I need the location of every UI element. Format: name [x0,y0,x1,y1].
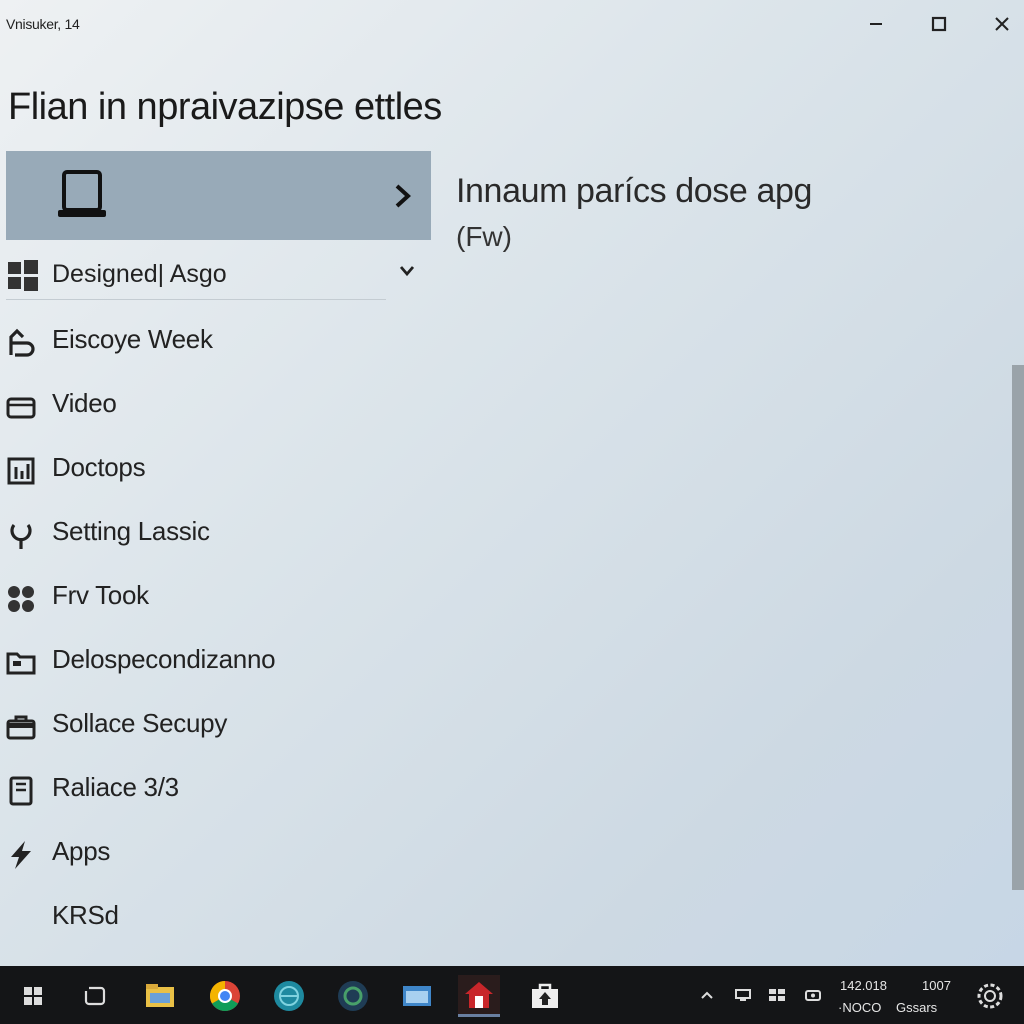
sidebar-item-label: Frv Took [52,580,149,610]
notification-center-button[interactable] [974,980,1006,1012]
taskbar-app-window[interactable] [396,975,438,1017]
chevron-down-icon [399,266,415,277]
close-button[interactable] [972,6,1024,42]
taskbar-app-teal[interactable] [268,975,310,1017]
briefcase-icon [4,710,38,744]
window-app-icon [403,986,431,1006]
sidebar-item-label: Video [52,388,117,418]
dropdown-divider [6,299,386,300]
sidebar-item-label: Sollace Secupy [52,708,228,738]
minimize-button[interactable] [846,6,906,42]
clock-time: 142.018 [840,978,887,993]
laptop-icon [58,170,106,217]
sidebar-nav: Eiscoye Week Video Doctops Setting Lassi… [0,310,430,950]
speaker-icon [805,990,821,1001]
settings-window: Vnisuker, 14 Flian in npraivazipse ettle… [0,0,1024,966]
maximize-button[interactable] [909,6,969,42]
video-icon [4,390,38,424]
chevron-right-icon [395,184,411,208]
device-detail-title: Innaum parícs dose apg [456,172,812,210]
vertical-scrollbar[interactable] [1012,365,1024,890]
minimize-icon [870,23,882,25]
taskbar-app-active[interactable] [458,975,500,1017]
file-explorer-icon [146,984,174,1007]
sidebar-item-setting-lassic[interactable]: Setting Lassic [0,502,430,566]
dropdown-label: Designed| Asgo [52,260,227,288]
clock-date: ·NOCO [838,1000,882,1015]
sidebar-item-frv-took[interactable]: Frv Took [0,566,430,630]
sidebar-item-label: KRSd [52,900,119,930]
tray-volume[interactable] [802,986,824,1004]
sidebar-item-label: Apps [52,836,111,866]
sidebar-item-apps[interactable]: Apps [0,822,430,886]
chevron-up-icon [701,991,713,999]
tray-network[interactable] [732,986,754,1004]
compass-icon [338,981,368,1011]
taskbar-app-dark[interactable] [332,975,374,1017]
recent-icon [4,326,38,360]
taskbar-app-store[interactable] [524,975,566,1017]
start-button[interactable] [12,975,54,1017]
device-detail: Innaum parícs dose apg (Fw) [456,172,812,253]
network-icon [735,989,751,1001]
maximize-icon [931,16,947,32]
sidebar-item-label: Doctops [52,452,146,482]
windows-logo-icon [8,260,38,291]
page-title: Flian in npraivazipse ettles [8,86,442,128]
clock-label: Gssars [896,1000,938,1015]
taskbar-file-explorer[interactable] [139,975,181,1017]
tray-overflow-button[interactable] [696,986,718,1004]
sidebar-item-raliace[interactable]: Raliace 3/3 [0,758,430,822]
location-icon [4,518,38,552]
windows-start-icon [24,987,42,1005]
globe-icon [274,981,304,1011]
device-detail-subtitle: (Fw) [456,221,512,252]
tray-display[interactable] [766,986,788,1004]
display-icon [769,989,785,1001]
chrome-icon [209,981,240,1012]
folder-icon [4,646,38,680]
task-view-button[interactable] [74,975,116,1017]
sidebar-item-label: Delospecondizanno [52,644,276,674]
clock-extra: 1007 [922,978,951,993]
taskbar-clock[interactable]: 142.018 1007 ·NOCO Gssars [834,978,974,1018]
apps-grid-icon [4,582,38,616]
home-app-icon [465,981,493,1008]
app-title: Vnisuker, 14 [6,16,80,32]
sidebar-item-delospecondizanno[interactable]: Delospecondizanno [0,630,430,694]
gear-icon [977,983,1003,1009]
sidebar-item-doctops[interactable]: Doctops [0,438,430,502]
category-dropdown[interactable]: Designed| Asgo [6,252,420,300]
sidebar-item-label: Eiscoye Week [52,324,213,354]
title-bar: Vnisuker, 14 [0,0,1024,48]
taskbar-chrome[interactable] [204,975,246,1017]
device-card[interactable] [6,151,431,240]
close-icon [995,17,1009,31]
sidebar-item-krsd[interactable]: KRSd [0,886,430,950]
chart-icon [4,454,38,488]
sidebar-item-sollace-secupy[interactable]: Sollace Secupy [0,694,430,758]
task-view-icon [84,986,106,1006]
sidebar-item-label: Raliace 3/3 [52,772,179,802]
sidebar-item-label: Setting Lassic [52,516,210,546]
sidebar-item-recent[interactable]: Eiscoye Week [0,310,430,374]
bolt-icon [4,838,38,872]
store-icon [532,983,558,1008]
document-icon [4,774,38,808]
sidebar-item-video[interactable]: Video [0,374,430,438]
